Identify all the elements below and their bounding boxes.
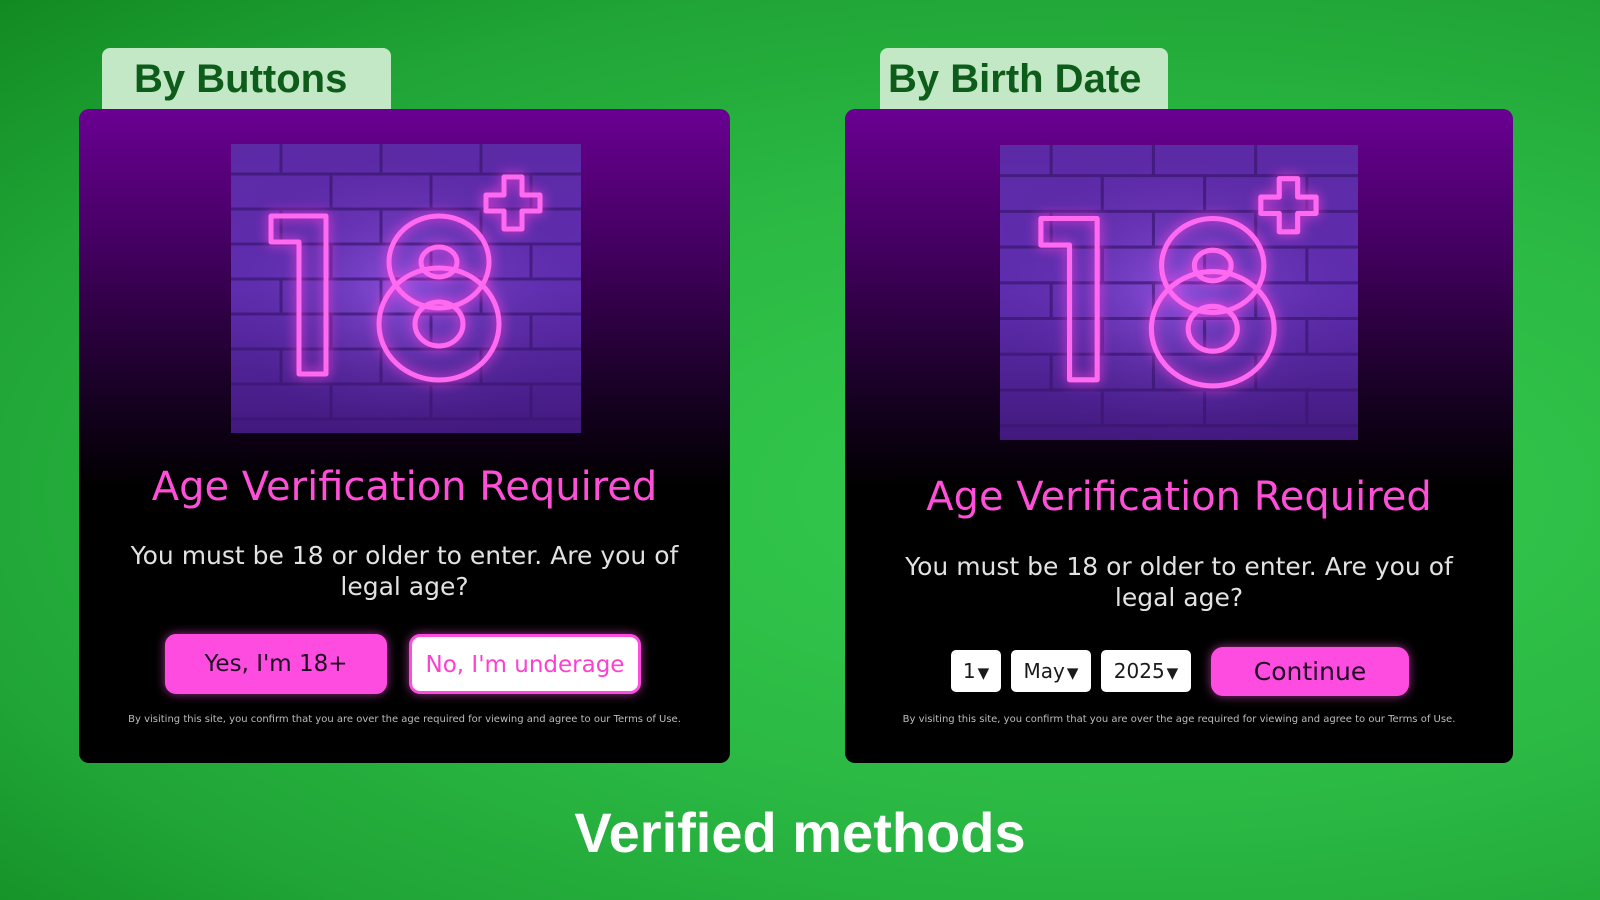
- day-select[interactable]: 1 ▼: [951, 650, 1001, 692]
- age-verification-title: Age Verification Required: [926, 474, 1432, 520]
- age-verification-title: Age Verification Required: [151, 464, 658, 510]
- chevron-down-icon: ▼: [1166, 664, 1179, 682]
- continue-button[interactable]: Continue: [1211, 647, 1409, 696]
- terms-disclaimer: By visiting this site, you confirm that …: [902, 714, 1456, 725]
- yes-18-plus-button[interactable]: Yes, I'm 18+: [165, 634, 387, 694]
- tab-by-birth-date: By Birth Date: [880, 48, 1168, 110]
- year-select[interactable]: 2025 ▼: [1101, 650, 1191, 692]
- neon-18-plus-image: [1000, 145, 1358, 440]
- year-select-value: 2025: [1113, 659, 1165, 683]
- age-verification-subtitle: You must be 18 or older to enter. Are yo…: [905, 552, 1453, 612]
- age-verification-subtitle: You must be 18 or older to enter. Are yo…: [130, 541, 679, 601]
- month-select[interactable]: May ▼: [1011, 650, 1091, 692]
- page-caption: Verified methods: [574, 801, 1026, 864]
- neon-18-plus-image: [231, 144, 581, 433]
- age-gate-birthdate-panel: Age Verification Required You must be 18…: [845, 109, 1513, 763]
- terms-disclaimer: By visiting this site, you confirm that …: [128, 714, 681, 725]
- day-select-value: 1: [962, 659, 976, 683]
- tab-by-buttons: By Buttons: [102, 48, 391, 110]
- age-gate-buttons-panel: Age Verification Required You must be 18…: [79, 109, 730, 763]
- chevron-down-icon: ▼: [977, 664, 990, 682]
- month-select-value: May: [1023, 659, 1065, 683]
- chevron-down-icon: ▼: [1066, 664, 1079, 682]
- no-underage-button[interactable]: No, I'm underage: [409, 634, 641, 694]
